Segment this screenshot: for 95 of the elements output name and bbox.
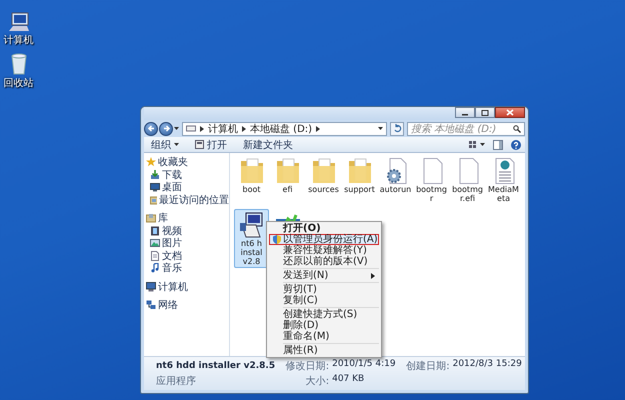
file-name: nt6 h instal v2.8	[240, 239, 264, 266]
menu-item[interactable]: 删除(D)	[269, 320, 379, 331]
file-name: autorun	[379, 185, 412, 194]
menu-item[interactable]: 还原以前的版本(V)	[269, 256, 379, 267]
refresh-button[interactable]	[390, 122, 404, 136]
star-icon	[146, 157, 156, 168]
file-name: sources	[307, 185, 340, 194]
network-icon	[146, 300, 156, 310]
file-name: boot	[241, 185, 262, 194]
back-button[interactable]	[144, 122, 158, 136]
film-icon	[150, 226, 160, 236]
menu-item[interactable]: 复制(C)	[269, 295, 379, 306]
file-name: support	[343, 185, 376, 194]
toolbar-button[interactable]: 组织	[148, 138, 182, 152]
menu-item[interactable]: 属性(R)	[269, 345, 379, 356]
caret-icon	[174, 142, 179, 146]
chevron-icon[interactable]	[200, 126, 204, 132]
forward-button[interactable]	[159, 122, 173, 136]
chevron-icon[interactable]	[316, 126, 320, 132]
nav-item[interactable]: 图片	[146, 237, 229, 250]
minimize-button[interactable]	[455, 107, 475, 118]
file-item[interactable]: bootmgr.efi	[450, 155, 485, 205]
download-icon	[150, 170, 160, 180]
file-item[interactable]: efi	[270, 155, 305, 205]
caret-icon[interactable]	[378, 126, 383, 130]
view-options-icon[interactable]	[469, 140, 485, 149]
nav-item[interactable]: 下载	[146, 168, 229, 181]
library-icon	[146, 213, 156, 224]
nav-item[interactable]: 视频	[146, 224, 229, 237]
computer-icon[interactable]	[8, 12, 30, 32]
address-bar[interactable]: 计算机 本地磁盘 (D:)	[182, 122, 387, 136]
nav-item[interactable]: 网络	[146, 299, 229, 312]
nav-item[interactable]: 库	[146, 212, 229, 224]
menu-item[interactable]: 发送到(N)	[269, 270, 379, 281]
recycle-bin-icon[interactable]	[10, 53, 28, 75]
field-value: 407 KB	[332, 374, 364, 386]
field-value: 2012/8/3 15:29	[452, 359, 522, 371]
drive-icon	[186, 125, 196, 132]
document-icon	[150, 250, 160, 261]
menu-item[interactable]: 打开(O)	[269, 223, 379, 234]
maximize-button[interactable]	[475, 107, 495, 118]
help-icon[interactable]	[511, 140, 521, 150]
field-label: 修改日期:	[284, 360, 330, 373]
nav-item[interactable]: 文档	[146, 250, 229, 262]
menu-item[interactable]: 剪切(T)	[269, 284, 379, 295]
nav-item[interactable]: 桌面	[146, 181, 229, 194]
chevron-icon[interactable]	[242, 126, 246, 132]
menu-item[interactable]: 创建快捷方式(S)	[269, 309, 379, 320]
file-item[interactable]: boot	[234, 155, 269, 205]
folder-icon	[150, 194, 157, 205]
desktop-icon-label[interactable]: 回收站	[4, 76, 34, 90]
file-name: efi	[282, 185, 294, 194]
file-item[interactable]: support	[342, 155, 377, 205]
music-note-icon	[150, 263, 160, 274]
breadcrumb-item[interactable]: 本地磁盘 (D:)	[250, 122, 312, 136]
file-item[interactable]: nt6 h instal v2.8	[234, 209, 269, 268]
field-label: 创建日期:	[405, 360, 450, 373]
computer-icon	[146, 282, 156, 292]
desktop-icon-label[interactable]: 计算机	[4, 33, 34, 47]
picture-icon	[150, 238, 160, 248]
menu-item[interactable]: 重命名(M)	[269, 331, 379, 342]
computer-setup-icon	[238, 211, 266, 239]
file-name: MediaMeta	[487, 185, 520, 203]
menu-item[interactable]: 兼容性疑难解答(Y)	[269, 245, 379, 256]
toolbar-button[interactable]: 新建文件夹	[240, 138, 296, 152]
maximize-icon	[481, 110, 489, 116]
search-placeholder: 搜索 本地磁盘 (D:)	[411, 122, 496, 136]
breadcrumb-item[interactable]: 计算机	[208, 122, 238, 136]
refresh-icon	[392, 124, 402, 133]
close-icon	[506, 109, 514, 116]
field-label: 大小:	[304, 374, 330, 388]
back-arrow-icon	[146, 124, 156, 133]
file-name: bootmgr.efi	[451, 185, 484, 203]
search-field[interactable]: 搜索 本地磁盘 (D:)	[407, 122, 525, 136]
file-name: nt6 hdd installer v2.8.5	[156, 361, 276, 371]
search-icon	[513, 124, 521, 132]
field-value: 2010/1/5 4:19	[332, 359, 396, 371]
window-icon	[195, 140, 204, 149]
toolbar-button[interactable]: 打开	[192, 138, 230, 152]
forward-arrow-icon	[162, 124, 170, 133]
caret-icon[interactable]	[174, 126, 179, 130]
file-item[interactable]: bootmgr	[414, 155, 449, 205]
file-item[interactable]: autorun	[378, 155, 413, 205]
file-item[interactable]: sources	[306, 155, 341, 205]
file-name: bootmgr	[415, 185, 448, 203]
desktop-icon	[150, 182, 160, 192]
nav-item[interactable]: 计算机	[146, 280, 229, 293]
nav-item[interactable]: 收藏夹	[146, 156, 229, 168]
nav-item[interactable]: 音乐	[146, 262, 229, 274]
preview-pane-icon[interactable]	[493, 140, 503, 150]
menu-item[interactable]: 以管理员身份运行(A)	[269, 234, 379, 245]
nav-item[interactable]: 最近访问的位置	[146, 194, 229, 206]
file-item[interactable]: MediaMeta	[486, 155, 521, 205]
file-type: 应用程序	[156, 374, 197, 388]
close-button[interactable]	[495, 107, 525, 118]
